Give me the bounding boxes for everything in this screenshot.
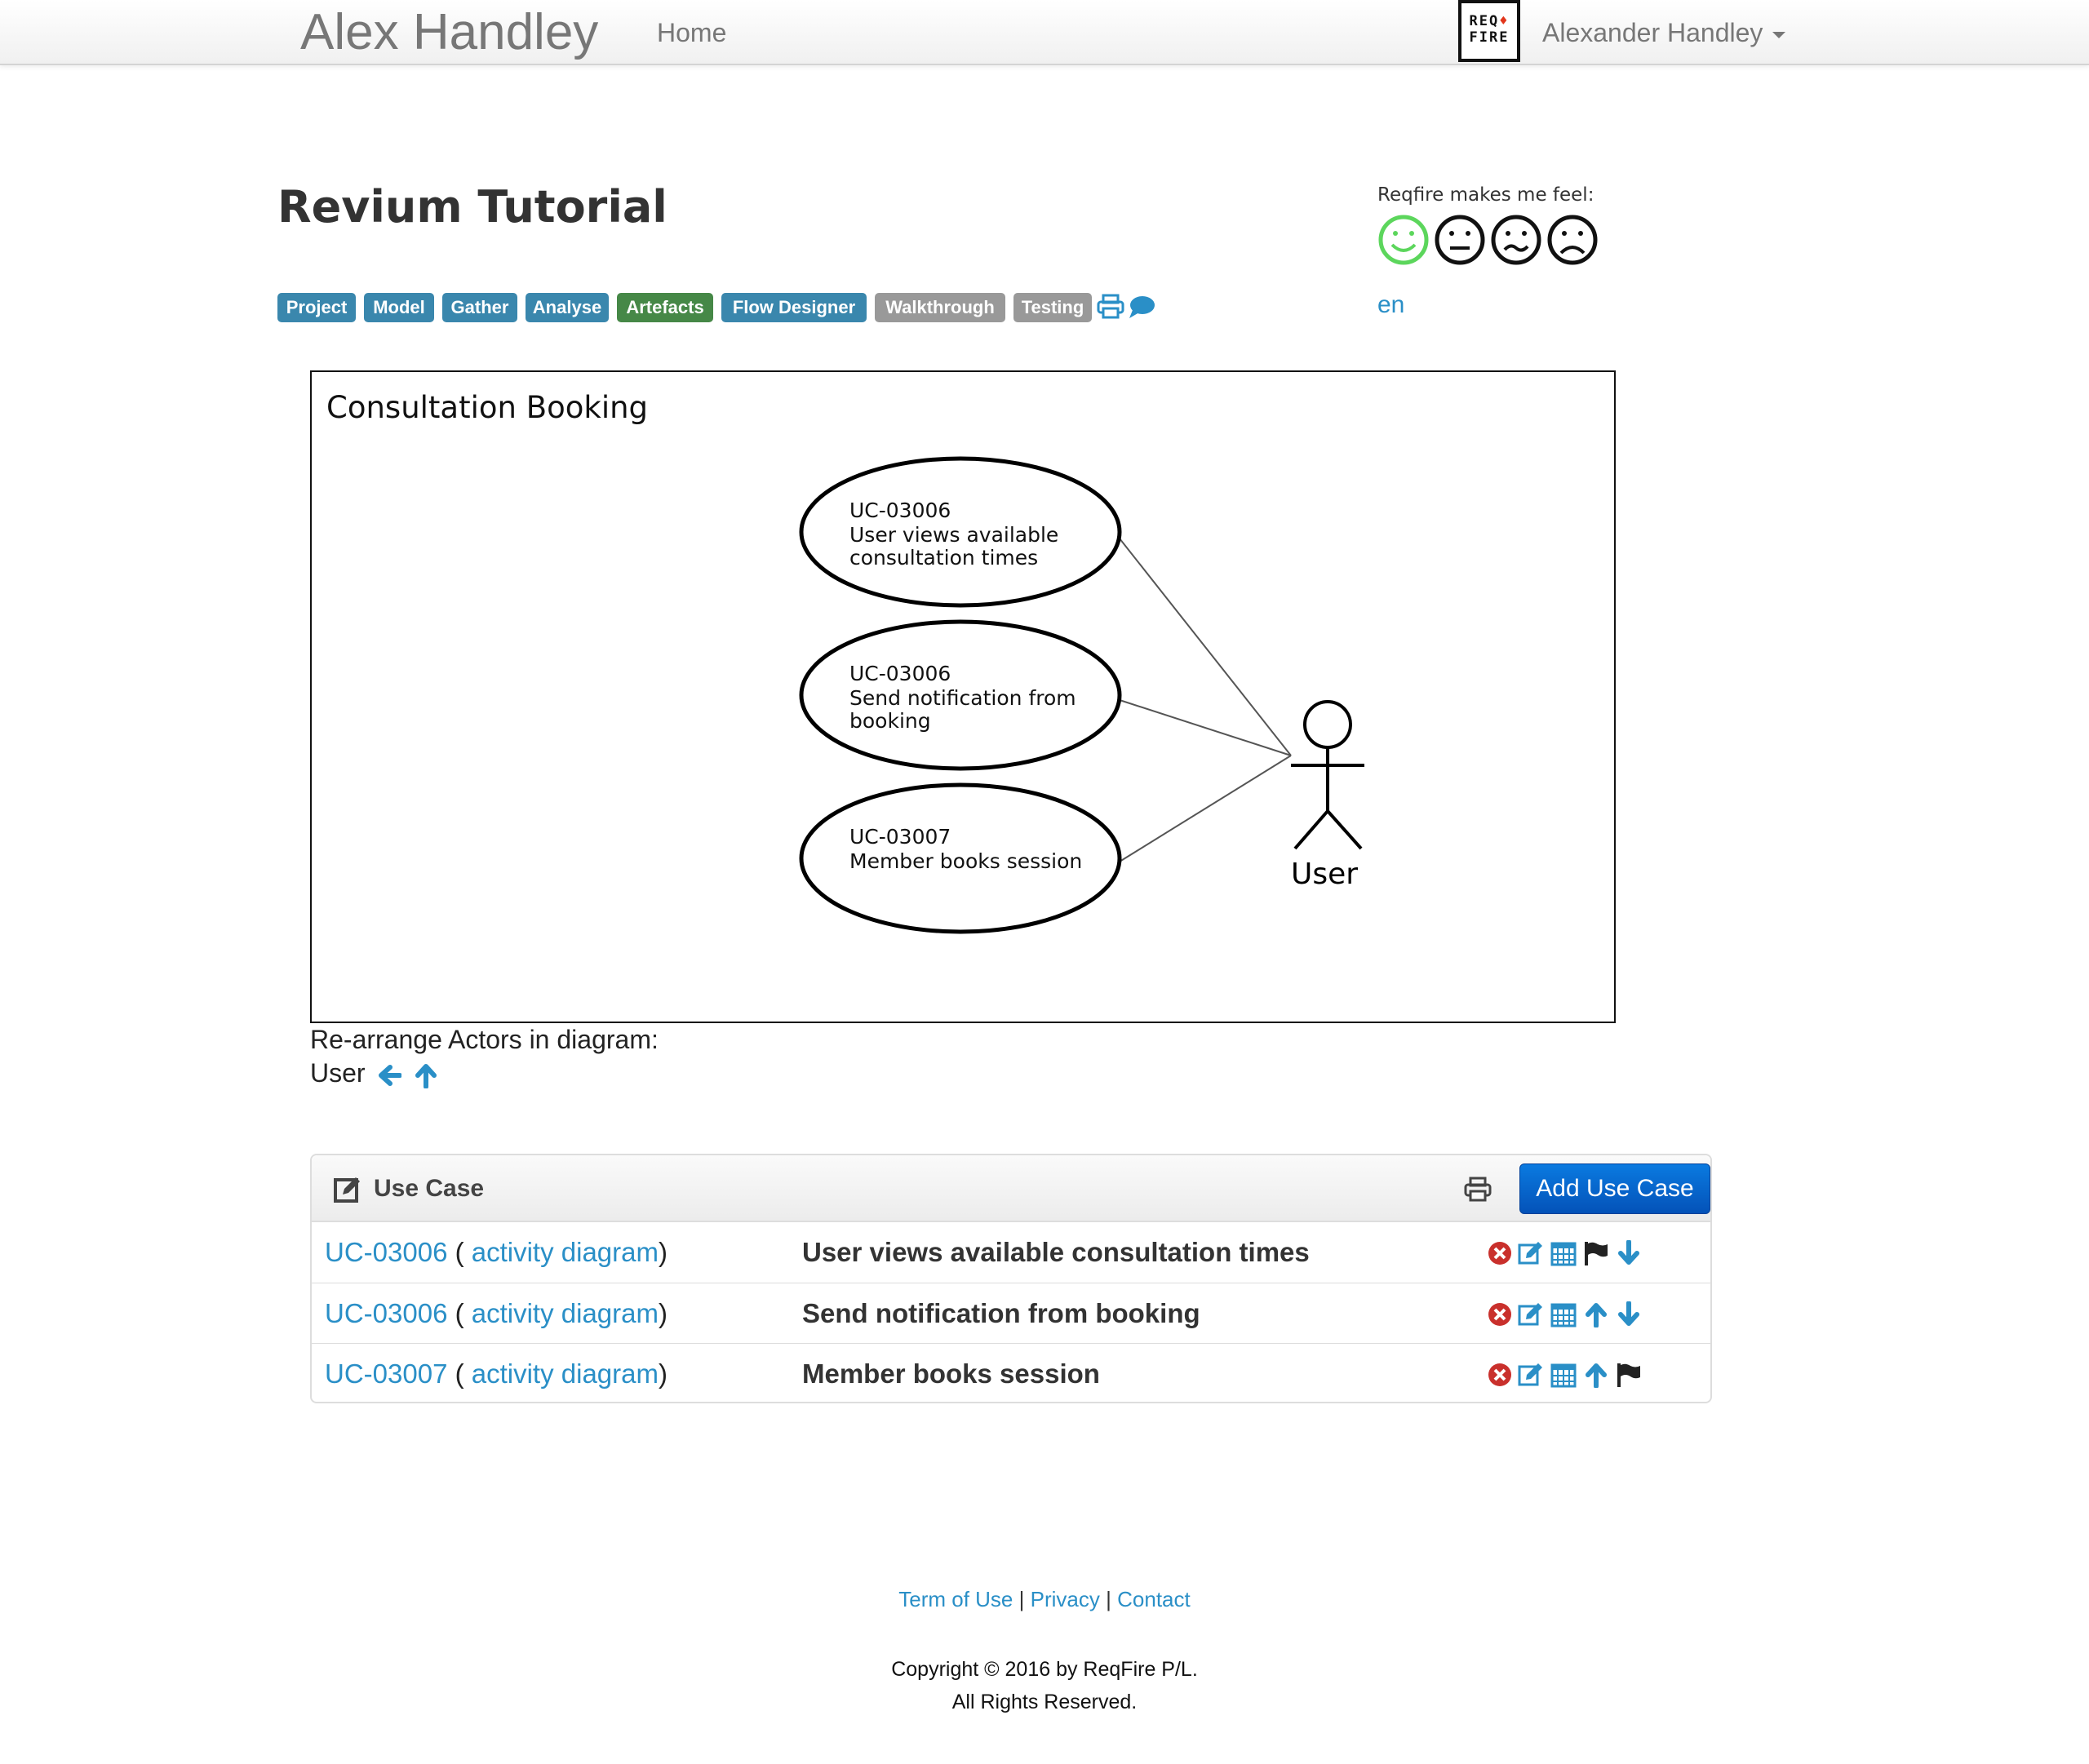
activity-diagram-link[interactable]: activity diagram: [472, 1358, 659, 1389]
edit-icon[interactable]: [1518, 1240, 1544, 1266]
tab-walkthrough[interactable]: Walkthrough: [875, 293, 1005, 322]
footer-separator: |: [1106, 1587, 1111, 1611]
happy-face-icon[interactable]: [1377, 214, 1430, 266]
arrow-down-icon[interactable]: [1616, 1240, 1642, 1266]
use-case-ref: UC-03007 ( activity diagram): [325, 1358, 668, 1389]
use-case-panel-header: Use Case Add Use Case: [312, 1155, 1710, 1222]
feel-label: Reqfire makes me feel:: [1377, 184, 1594, 206]
table-row: UC-03007 ( activity diagram) Member book…: [312, 1343, 1710, 1403]
language-link[interactable]: en: [1377, 291, 1404, 319]
contact-link[interactable]: Contact: [1117, 1587, 1191, 1611]
activity-diagram-link[interactable]: activity diagram: [472, 1237, 659, 1267]
arrow-up-icon[interactable]: [414, 1062, 438, 1089]
rearrange-actor-name: User: [310, 1058, 366, 1088]
diagram-canvas: UC-03006 User views available consultati…: [799, 456, 1364, 934]
use-case-id-link[interactable]: UC-03006: [325, 1237, 447, 1267]
tab-flow-designer[interactable]: Flow Designer: [721, 293, 867, 322]
brand-link[interactable]: Alex Handley: [300, 2, 598, 64]
footer-links: Term of Use | Privacy | Contact: [0, 1587, 2089, 1612]
tab-project[interactable]: Project: [277, 293, 356, 322]
nav-home-link[interactable]: Home: [657, 16, 726, 49]
logo-text-bottom: FIRE: [1469, 29, 1510, 46]
confused-face-icon[interactable]: [1490, 214, 1542, 266]
uc-ellipse-id: UC-03006: [849, 662, 951, 685]
tab-artefacts[interactable]: Artefacts: [617, 293, 713, 322]
uc-ellipse-text: booking: [849, 709, 931, 733]
uc-ellipse-id: UC-03006: [849, 499, 951, 522]
delete-icon[interactable]: [1487, 1240, 1513, 1266]
flag-icon[interactable]: [1616, 1362, 1642, 1388]
flag-icon[interactable]: [1583, 1240, 1609, 1266]
comment-icon[interactable]: [1128, 294, 1155, 320]
caret-down-icon: [1772, 31, 1786, 38]
add-use-case-button[interactable]: Add Use Case: [1519, 1163, 1710, 1214]
use-case-name: User views available consultation times: [802, 1237, 1310, 1267]
uc-ellipse-text: consultation times: [849, 546, 1038, 570]
sad-face-icon[interactable]: [1546, 214, 1599, 266]
reqfire-logo: REQ♦ FIRE: [1458, 0, 1520, 62]
use-case-ref: UC-03006 ( activity diagram): [325, 1237, 668, 1267]
table-row: UC-03006 ( activity diagram) Send notifi…: [312, 1283, 1710, 1343]
actor-stick-figure-icon[interactable]: [1291, 700, 1364, 850]
arrow-up-icon[interactable]: [1583, 1362, 1609, 1388]
copyright-line: Copyright © 2016 by ReqFire P/L.: [891, 1658, 1198, 1681]
user-menu-dropdown[interactable]: Alexander Handley: [1542, 16, 1786, 49]
delete-icon[interactable]: [1487, 1301, 1513, 1327]
neutral-face-icon[interactable]: [1434, 214, 1486, 266]
calendar-icon[interactable]: [1550, 1301, 1577, 1327]
use-case-panel: Use Case Add Use Case UC-03006 ( activit…: [310, 1154, 1712, 1403]
use-case-id-link[interactable]: UC-03007: [325, 1358, 447, 1389]
edit-icon[interactable]: [1518, 1301, 1544, 1327]
use-case-diagram: Consultation Booking UC-03006 User views…: [310, 370, 1616, 1023]
table-row: UC-03006 ( activity diagram) User views …: [312, 1222, 1710, 1283]
rearrange-label: Re-arrange Actors in diagram:: [310, 1025, 659, 1054]
actor-label: User: [1291, 858, 1358, 891]
use-case-panel-title: Use Case: [374, 1175, 485, 1202]
use-case-ref: UC-03006 ( activity diagram): [325, 1298, 668, 1328]
user-name: Alexander Handley: [1542, 18, 1763, 47]
rearrange-actor-row: User: [310, 1057, 438, 1089]
print-icon[interactable]: [1097, 294, 1124, 320]
uc-ellipse-id: UC-03007: [849, 825, 951, 849]
top-navbar: Alex Handley Home REQ♦ FIRE Alexander Ha…: [0, 0, 2089, 65]
activity-diagram-link[interactable]: activity diagram: [472, 1298, 659, 1328]
privacy-link[interactable]: Privacy: [1031, 1587, 1100, 1611]
calendar-icon[interactable]: [1550, 1362, 1577, 1388]
print-icon[interactable]: [1464, 1177, 1492, 1203]
calendar-icon[interactable]: [1550, 1240, 1577, 1266]
page-title: Revium Tutorial: [277, 181, 668, 233]
arrow-up-icon[interactable]: [1583, 1301, 1609, 1327]
use-case-id-link[interactable]: UC-03006: [325, 1298, 447, 1328]
terms-link[interactable]: Term of Use: [898, 1587, 1013, 1611]
uc-ellipse-text: Member books session: [849, 849, 1082, 873]
delete-icon[interactable]: [1487, 1362, 1513, 1388]
association-lines: [1119, 538, 1292, 862]
tab-analyse[interactable]: Analyse: [526, 293, 609, 322]
logo-text-top: REQ♦: [1469, 13, 1510, 29]
arrow-left-icon[interactable]: [377, 1062, 403, 1088]
use-case-name: Member books session: [802, 1358, 1100, 1389]
tab-model[interactable]: Model: [364, 293, 434, 322]
edit-square-icon: [334, 1177, 360, 1203]
use-case-name: Send notification from booking: [802, 1298, 1200, 1328]
copyright: Copyright © 2016 by ReqFire P/L. All Rig…: [0, 1653, 2089, 1718]
rights-line: All Rights Reserved.: [951, 1691, 1138, 1713]
uc-ellipse-text: Send notification from: [849, 686, 1076, 710]
uc-ellipse-text: User views available: [849, 523, 1058, 547]
tab-testing[interactable]: Testing: [1013, 293, 1092, 322]
footer-separator: |: [1018, 1587, 1025, 1611]
edit-icon[interactable]: [1518, 1362, 1544, 1388]
tab-gather[interactable]: Gather: [442, 293, 517, 322]
arrow-down-icon[interactable]: [1616, 1301, 1642, 1327]
